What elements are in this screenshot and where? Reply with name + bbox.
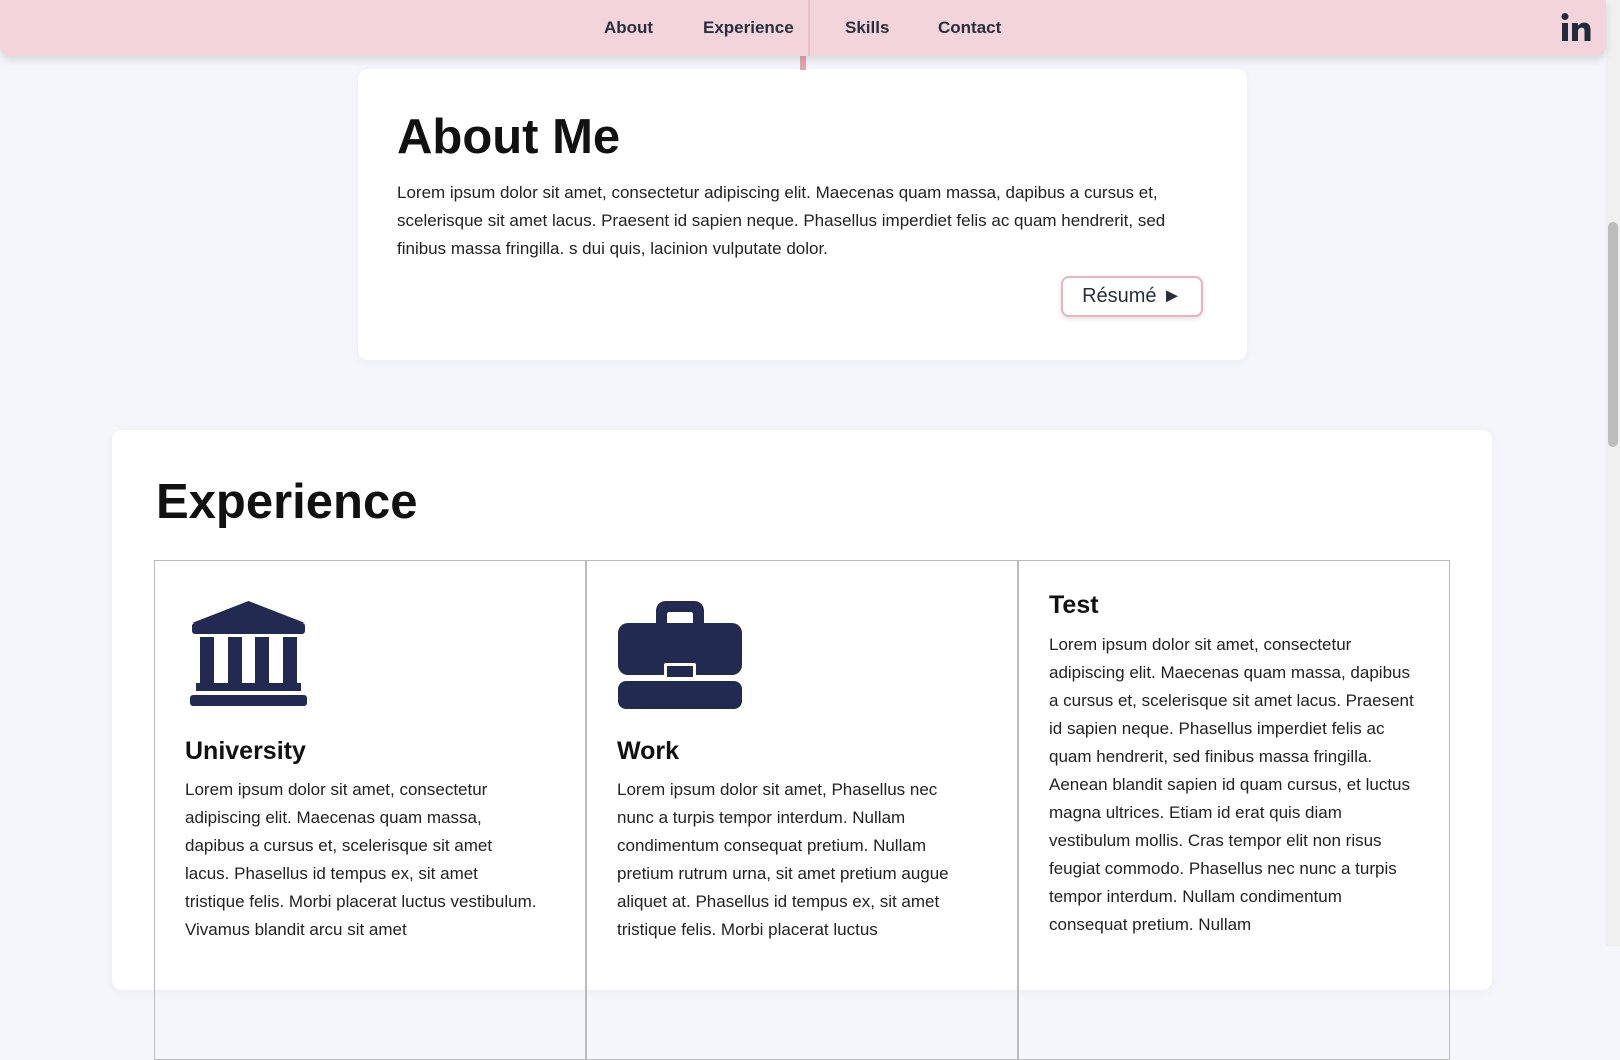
nav-link-contact[interactable]: Contact [938,18,1001,38]
university-icon [190,601,307,714]
university-title: University [185,737,306,765]
work-text: Lorem ipsum dolor sit amet, Phasellus ne… [617,780,949,939]
nav-link-skills[interactable]: Skills [845,18,889,38]
about-text: Lorem ipsum dolor sit amet, consectetur … [397,183,1166,258]
briefcase-icon [618,601,742,714]
experience-column-work: Work Lorem ipsum dolor sit amet, Phasell… [585,561,1017,1059]
test-title: Test [1049,591,1099,619]
experience-column-university: University Lorem ipsum dolor sit amet, c… [155,561,585,1059]
nav-divider [808,0,810,56]
university-text: Lorem ipsum dolor sit amet, consectetur … [185,780,537,939]
test-text: Lorem ipsum dolor sit amet, consectetur … [1049,635,1414,934]
nav-link-about[interactable]: About [604,18,653,38]
nav-link-experience[interactable]: Experience [703,18,794,38]
resume-button[interactable]: Résumé ► [1061,276,1203,317]
about-card: About Me Lorem ipsum dolor sit amet, con… [358,69,1247,360]
scrollbar-thumb[interactable] [1608,222,1618,447]
linkedin-icon[interactable] [1561,12,1591,42]
experience-grid: University Lorem ipsum dolor sit amet, c… [154,560,1450,1060]
scrollbar-track[interactable] [1606,0,1620,946]
experience-title: Experience [156,475,418,529]
timeline-connector [800,56,806,70]
experience-card: Experience University Lorem ipsum dolor … [112,430,1492,1060]
top-navbar: About Experience Skills Contact [0,0,1606,56]
experience-column-test: Test Lorem ipsum dolor sit amet, consect… [1017,561,1449,1059]
work-title: Work [617,737,680,765]
about-title: About Me [397,110,621,164]
